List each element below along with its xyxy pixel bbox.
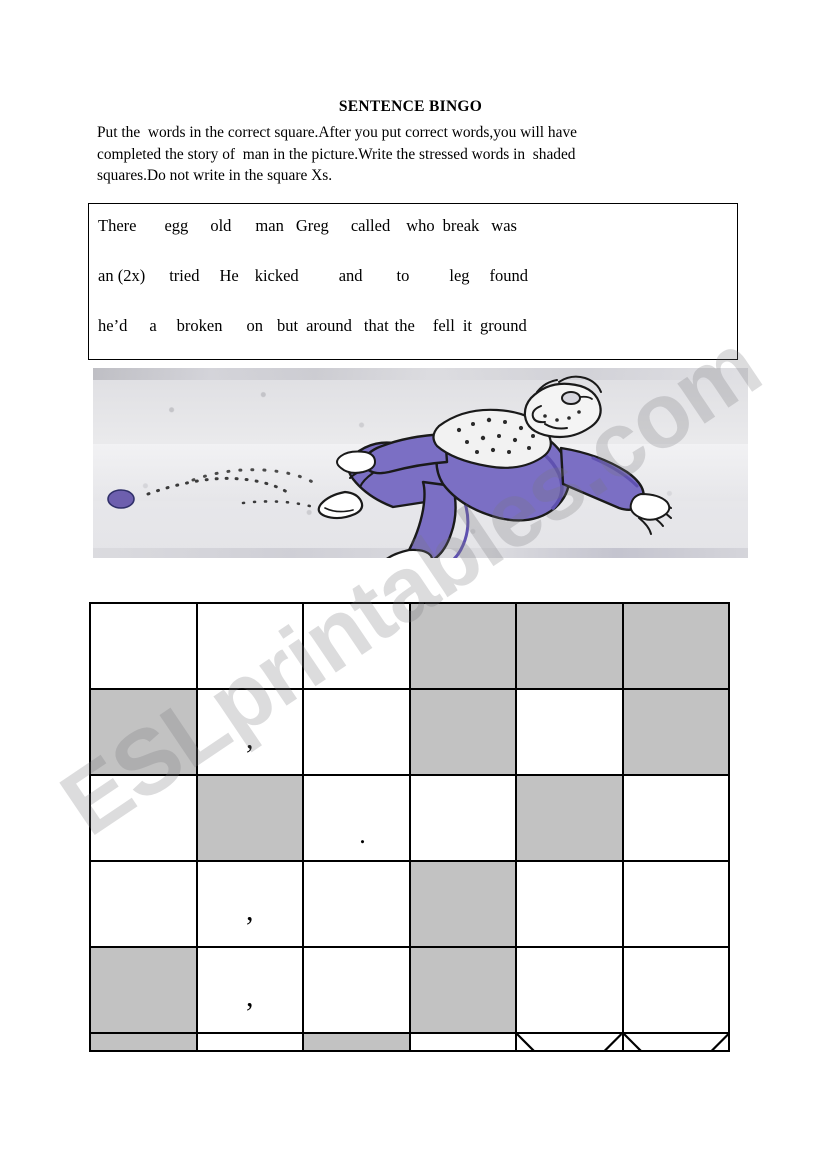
instructions-block: Put the words in the correct square.Afte… [97,122,717,187]
instruction-line-1: Put the words in the correct square.Afte… [97,124,577,141]
bingo-cell[interactable] [623,604,728,688]
falling-man-figure [107,375,672,558]
word-bank-word: There [98,216,137,235]
instruction-line-3: squares.Do not write in the square Xs. [97,167,333,184]
bingo-cell[interactable] [304,862,409,946]
word-bank-word: around [306,316,352,335]
bingo-cell-crossed [517,1034,622,1050]
bingo-cell[interactable] [91,862,196,946]
bingo-cell[interactable] [410,776,515,860]
bingo-cell[interactable] [410,690,515,774]
bingo-cell[interactable] [517,690,622,774]
period-mark: . [359,820,366,849]
word-bank-word: old [210,216,232,235]
bingo-cell[interactable]: , [197,690,302,774]
bingo-cell[interactable] [517,948,622,1032]
word-bank-word: broken [176,316,223,335]
word-bank-word: man [255,216,284,235]
bingo-cell[interactable]: . [304,776,409,860]
word-bank-word: leg [449,266,470,285]
word-bank-word: to [396,266,410,285]
word-bank-word: an (2x) [98,266,146,285]
bingo-cell[interactable] [517,776,622,860]
comma-mark: , [246,980,254,1013]
bingo-cell[interactable] [410,1034,515,1050]
word-bank-row-1: There egg old man Greg called who break was [98,216,734,242]
bingo-cell[interactable]: , [197,862,302,946]
bingo-cell[interactable] [304,604,409,688]
word-bank-word: tried [169,266,200,285]
word-bank-word: Greg [295,216,329,235]
word-bank-word: ground [480,316,527,335]
bingo-cell[interactable] [410,862,515,946]
bingo-cell[interactable] [304,1034,409,1050]
bingo-cell[interactable] [197,1034,302,1050]
word-bank-word: who [406,216,435,235]
x-cross-icon [624,1034,729,1050]
instruction-line-2: completed the story of man in the pictur… [97,145,576,163]
comma-mark: , [246,722,254,755]
page-title: SENTENCE BINGO [338,98,483,115]
bingo-cell[interactable] [197,776,302,860]
bingo-cell[interactable] [623,690,728,774]
word-bank-word: he’d [98,316,128,335]
word-bank-word: and [338,266,363,285]
word-bank-word: the [394,316,415,335]
bingo-grid[interactable]: ,.,, [89,602,730,1052]
word-bank-word: break [442,216,480,235]
bingo-cell[interactable]: , [197,948,302,1032]
bingo-cell[interactable] [623,776,728,860]
word-bank-word: egg [164,216,189,235]
bingo-cell[interactable] [91,948,196,1032]
bingo-cell[interactable] [91,1034,196,1050]
comma-mark: , [246,894,254,927]
word-bank-word: but [276,316,299,335]
bingo-cell[interactable] [410,948,515,1032]
word-bank-row-3: he’d a broken on but around that the fell it groun… [98,316,734,342]
word-bank-word: called [350,216,391,235]
word-bank-word: kicked [254,266,299,285]
word-bank-word: it [462,316,472,335]
x-cross-icon [517,1034,622,1050]
bingo-cell[interactable] [410,604,515,688]
word-bank-word: a [149,316,157,335]
bingo-cell[interactable] [623,948,728,1032]
word-bank-box: There egg old man Greg called who break was an (… [88,203,738,360]
bingo-cell[interactable] [304,690,409,774]
bingo-cell[interactable] [91,776,196,860]
bingo-cell-crossed [623,1034,729,1050]
word-bank-word: found [489,266,529,285]
word-bank-word: He [219,266,239,285]
word-bank-word: fell [432,316,455,335]
word-bank-word: was [491,216,517,235]
word-bank-row-2: an (2x) tried He kicked and to leg found [98,266,734,292]
word-bank-word: that [363,316,389,335]
bingo-cell[interactable] [517,604,622,688]
bingo-cell[interactable] [517,862,622,946]
worksheet-page: SENTENCE BINGO Put the words in the corr… [0,0,821,1169]
bingo-cell[interactable] [623,862,728,946]
bingo-cell[interactable] [91,604,196,688]
bingo-cell[interactable] [91,690,196,774]
bingo-cell[interactable] [197,604,302,688]
cartoon-illustration [93,368,748,558]
bingo-cell[interactable] [304,948,409,1032]
word-bank-word: on [246,316,263,335]
